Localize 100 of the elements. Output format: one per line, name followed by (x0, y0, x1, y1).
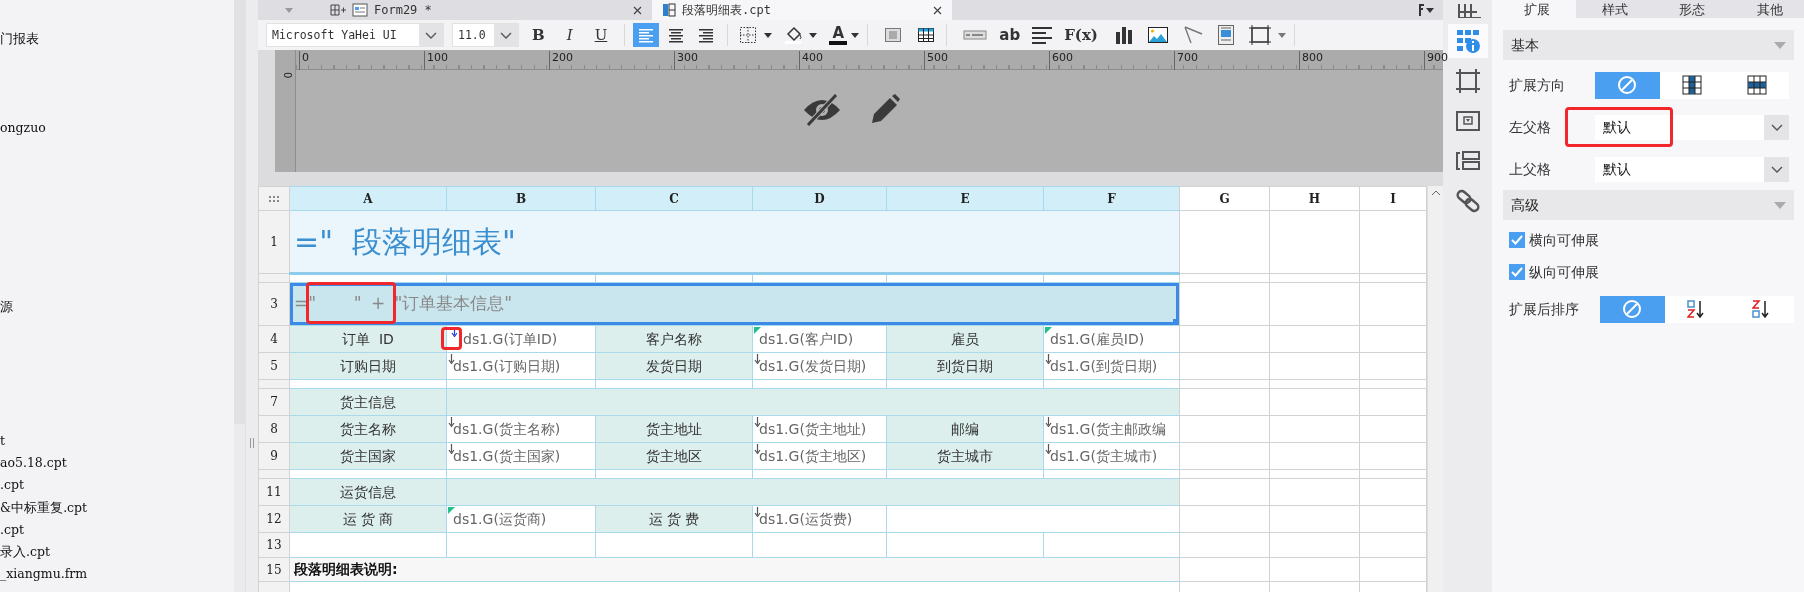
down-arrow-icon[interactable] (448, 417, 455, 427)
image-icon[interactable] (1147, 26, 1168, 44)
tab-label[interactable]: Form29 * (374, 1, 432, 19)
file-name[interactable]: 源 (0, 297, 13, 316)
panel-tab[interactable]: 形态 (1653, 0, 1732, 18)
frame-border-icon[interactable] (1248, 25, 1271, 45)
color-bar-icon[interactable] (829, 40, 848, 45)
down-arrow-icon[interactable] (1045, 444, 1052, 454)
section-header[interactable]: 基本 (1503, 30, 1794, 60)
column-header[interactable]: I (1359, 186, 1427, 211)
caret-icon[interactable] (851, 32, 860, 38)
column-header[interactable]: G (1179, 186, 1270, 211)
splitter-handle-icon[interactable] (250, 438, 254, 448)
sort-icon[interactable] (1419, 4, 1435, 16)
formula-text: ds1.G(运货商) (453, 510, 547, 527)
slash-line-icon[interactable] (1182, 26, 1203, 44)
close-icon[interactable] (933, 5, 942, 15)
close-icon[interactable] (633, 5, 642, 15)
frame-icon[interactable] (1454, 68, 1481, 94)
down-arrow-icon[interactable] (754, 444, 761, 454)
down-arrow-icon[interactable] (451, 327, 458, 337)
down-arrow-icon[interactable] (1045, 354, 1052, 364)
column-header[interactable]: C (595, 186, 753, 211)
file-name[interactable]: .cpt (0, 520, 24, 539)
text-tool[interactable]: ab (994, 23, 1026, 47)
document-tab[interactable]: 段落明细表.cpt (652, 0, 952, 20)
dropdown-widget-icon[interactable] (1454, 108, 1481, 134)
selected-tab-background[interactable] (1447, 24, 1488, 58)
down-arrow-icon[interactable] (754, 507, 761, 517)
font-select[interactable]: Microsoft YaHei UI (266, 23, 444, 47)
column-header[interactable]: B (446, 186, 596, 211)
paragraph-icon[interactable] (1032, 26, 1053, 44)
chevron-down-icon[interactable] (425, 31, 437, 39)
paint-bucket-icon[interactable] (784, 26, 803, 44)
merge-cells-icon[interactable] (884, 26, 903, 44)
file-name[interactable]: 门报表 (0, 30, 39, 49)
column-header[interactable]: F (1043, 186, 1180, 211)
down-arrow-icon[interactable] (754, 417, 761, 427)
border-icon[interactable] (739, 26, 758, 44)
panel-tab[interactable]: 其他 (1731, 0, 1804, 18)
cell-attributes-icon[interactable] (1454, 28, 1481, 54)
label-cell: 运 货 商 (289, 505, 447, 533)
row-number[interactable]: 9 (258, 442, 290, 470)
column-header[interactable]: A (289, 186, 447, 211)
down-arrow-icon[interactable] (1045, 417, 1052, 427)
column-header[interactable]: H (1269, 186, 1360, 211)
resize-handle[interactable] (1173, 319, 1179, 325)
chevron-down-icon[interactable] (1770, 165, 1783, 173)
formula-tool[interactable]: F(x) (1059, 23, 1103, 47)
form-icon (352, 3, 368, 17)
report-block-icon[interactable] (1217, 25, 1234, 45)
row-number[interactable]: 13 (258, 532, 290, 558)
section-title: 高级 (1511, 195, 1539, 215)
file-name[interactable]: ao5.18.cpt (0, 453, 67, 472)
down-arrow-icon[interactable] (448, 444, 455, 454)
document-tab[interactable]: Form29 * (320, 0, 652, 20)
row-number[interactable]: 11 (258, 478, 290, 506)
bar-chart-icon[interactable] (1114, 26, 1133, 44)
file-name[interactable]: .cpt (0, 476, 24, 495)
section-header[interactable]: 高级 (1503, 190, 1794, 220)
chevron-down-icon[interactable] (500, 31, 512, 39)
link-icon[interactable] (1454, 188, 1481, 214)
checkbox[interactable] (1509, 232, 1525, 248)
column-header[interactable]: D (752, 186, 887, 211)
caret-icon[interactable] (764, 32, 773, 38)
eye-slash-icon[interactable] (802, 93, 842, 127)
panel-tab[interactable]: 样式 (1575, 0, 1654, 18)
row-number[interactable]: 15 (258, 557, 290, 582)
column-header[interactable]: E (886, 186, 1044, 211)
panel-tab[interactable]: 扩展 (1498, 0, 1576, 18)
parent-select[interactable]: 默认 (1595, 114, 1789, 140)
row-number[interactable]: 1 (258, 210, 290, 274)
file-name[interactable]: 录入.cpt (0, 543, 50, 562)
font-color-label[interactable]: A (832, 25, 845, 41)
row-number[interactable]: 12 (258, 505, 290, 533)
row-number[interactable]: 7 (258, 388, 290, 416)
font-size-select[interactable]: 11.0 (452, 23, 519, 47)
underline-button[interactable]: U (585, 23, 617, 47)
caret-icon[interactable] (809, 32, 818, 38)
row-number[interactable]: 3 (258, 282, 290, 326)
scroll-up-icon[interactable] (1430, 190, 1441, 196)
tab-label[interactable]: 段落明细表.cpt (682, 1, 771, 19)
file-name[interactable]: ongzuo (0, 119, 46, 138)
italic-button[interactable]: I (557, 23, 582, 47)
formula-text: ds1.G(货主城市) (1050, 447, 1158, 464)
down-arrow-icon[interactable] (754, 354, 761, 364)
table-icon[interactable] (917, 26, 936, 44)
parent-select[interactable]: 默认 (1595, 156, 1789, 182)
chevron-down-icon[interactable] (1770, 123, 1783, 131)
bold-button[interactable]: B (523, 23, 554, 47)
row-number[interactable]: 4 (258, 325, 290, 353)
text-field-icon[interactable] (963, 29, 988, 41)
checkbox[interactable] (1509, 264, 1525, 280)
file-name[interactable]: &中标重复.cpt (0, 498, 88, 517)
row-number[interactable]: 5 (258, 352, 290, 380)
row-number[interactable]: 8 (258, 415, 290, 443)
select-all-icon[interactable] (268, 195, 280, 203)
file-name[interactable]: _xiangmu.frm (0, 565, 88, 584)
file-name[interactable]: t (0, 431, 6, 450)
down-arrow-icon[interactable] (448, 354, 455, 364)
